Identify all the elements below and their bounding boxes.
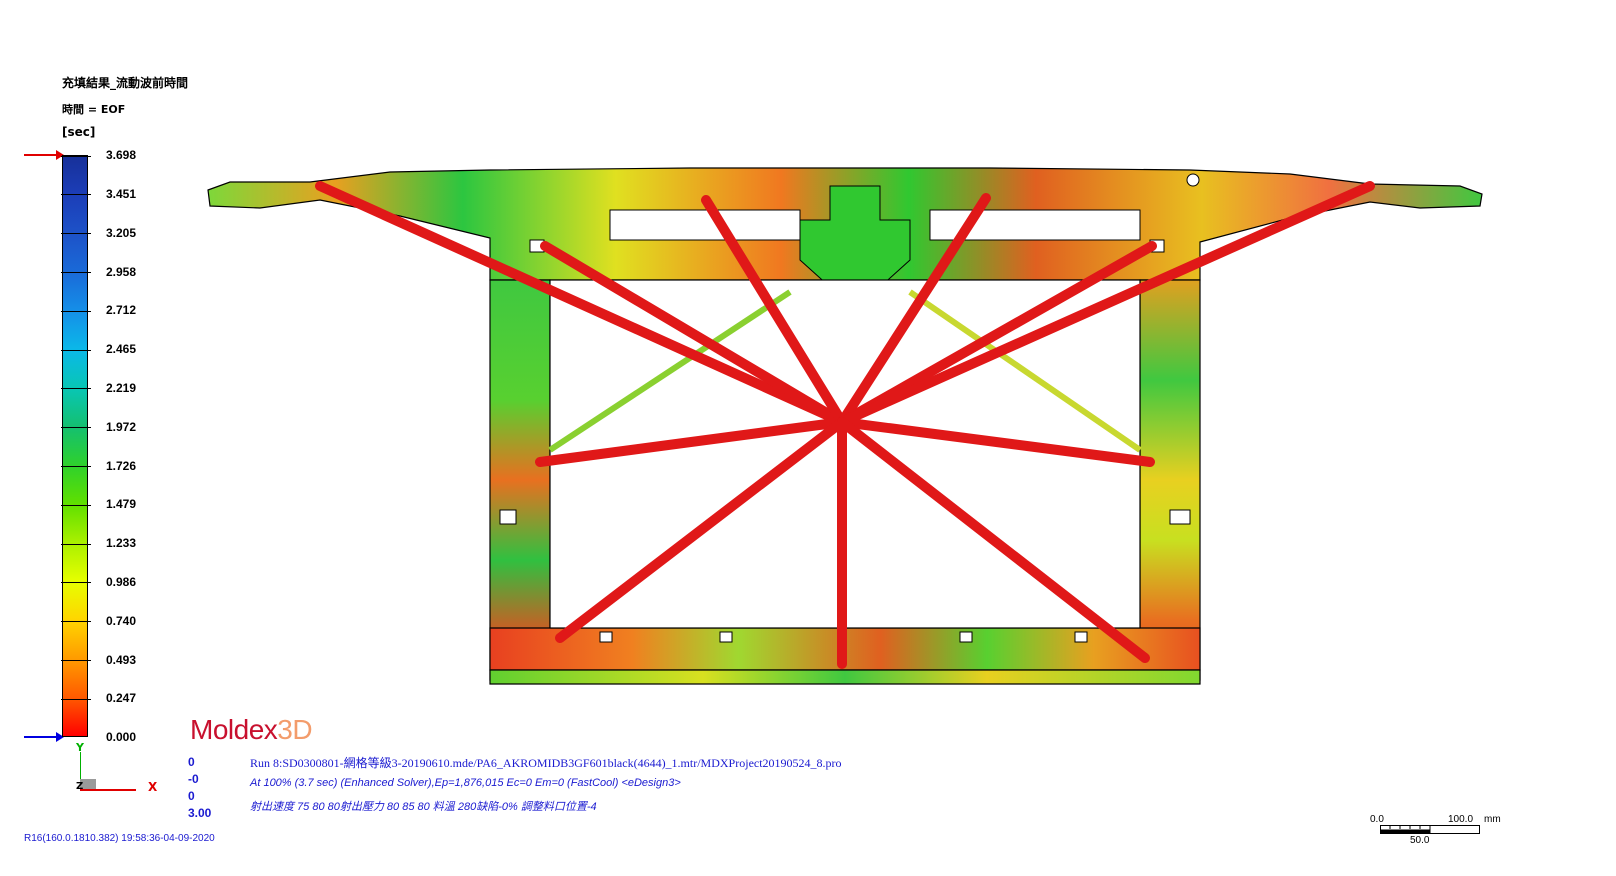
model-viewport[interactable] [190,150,1500,710]
legend-tick [61,311,91,312]
process-info: 射出速度 75 80 80射出壓力 80 85 80 料溫 280缺陷-0% 調… [250,801,597,813]
right-pillar [1139,279,1201,681]
scale-bar: 0.0 100.0 mm 50.0 [1370,814,1510,854]
legend-tick [61,194,91,195]
legend-value: 0.740 [106,614,137,628]
legend-value: 2.219 [106,381,137,395]
legend-value: 0.247 [106,691,137,705]
solver-info: At 100% (3.7 sec) (Enhanced Solver),Ep=1… [250,777,681,789]
hole [1074,631,1088,643]
legend-value: 1.479 [106,497,137,511]
legend-tick [61,233,91,234]
scale-start: 0.0 [1370,814,1384,825]
legend-tick [61,699,91,700]
legend-value: 1.726 [106,459,137,473]
scale-unit: mm [1484,814,1501,825]
max-arrow-icon [24,150,64,160]
hole [959,631,973,643]
legend-tick [61,350,91,351]
hole [599,631,613,643]
hole [719,631,733,643]
info-value: -0 [188,772,199,786]
scale-mid: 50.0 [1410,835,1430,846]
legend-unit: [sec] [62,125,96,139]
legend-tick [61,621,91,622]
legend-value: 2.712 [106,303,137,317]
legend-tick [61,505,91,506]
build-timestamp: R16(160.0.1810.382) 19:58:36-04-09-2020 [24,833,215,844]
legend-value: 0.986 [106,575,137,589]
legend-value: 3.698 [106,148,137,162]
legend-tick [61,582,91,583]
info-value: 0 [188,789,195,803]
info-value: 0 [188,755,195,769]
result-time: 時間 = EOF [62,103,126,116]
scale-end: 100.0 [1448,814,1474,825]
legend-value: 3.205 [106,226,137,240]
legend-value: 3.451 [106,187,137,201]
min-arrow-icon [24,732,64,742]
hole [1169,509,1191,525]
hole [499,509,517,525]
legend-tick [61,272,91,273]
legend-value: 2.958 [106,265,137,279]
color-legend-bar [61,155,91,737]
legend-value: 2.465 [106,342,137,356]
result-title: 充填結果_流動波前時間 [62,76,189,90]
legend-value: 0.493 [106,653,137,667]
legend-tick [61,660,91,661]
hole [1186,173,1200,187]
axis-x-icon [80,789,136,791]
legend-value: 1.972 [106,420,137,434]
legend-tick [61,544,91,545]
axis-x-label: X [148,780,158,794]
legend-value: 0.000 [106,730,137,744]
legend-tick [61,427,91,428]
info-value: 3.00 [188,806,212,820]
legend-tick [61,388,91,389]
legend-value: 1.233 [106,536,137,550]
legend-tick [61,466,91,467]
run-info: Run 8:SD0300801-網格等級3-20190610.mde/PA6_A… [250,756,842,770]
scale-ruler-icon [1380,825,1480,834]
left-pillar [489,279,551,681]
axis-z-label: Z [76,781,84,792]
bottom-flange [489,669,1201,685]
legend-tick [61,156,91,157]
slot [609,209,801,241]
moldex3d-logo: Moldex3D [190,714,313,745]
